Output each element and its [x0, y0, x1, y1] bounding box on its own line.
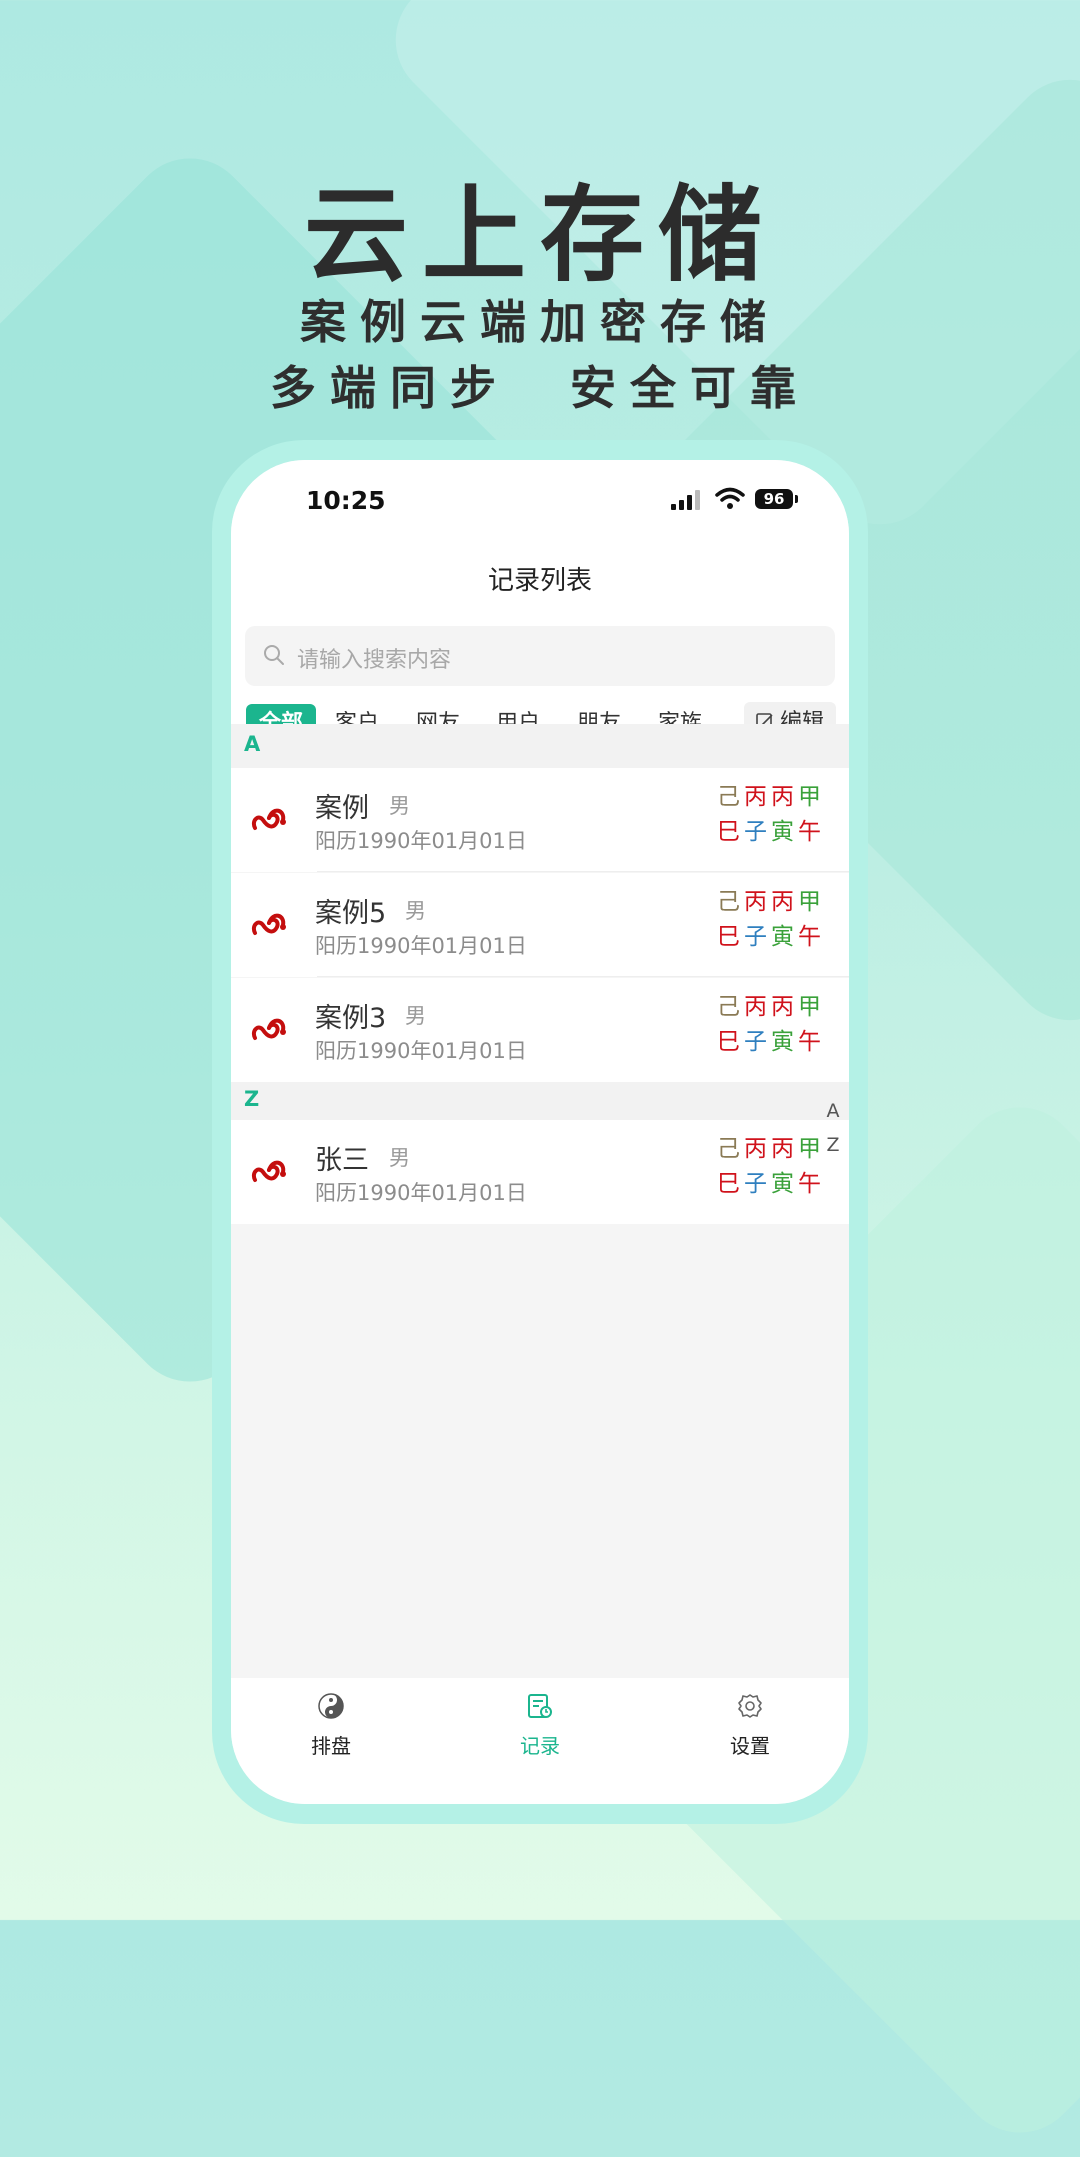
stem-char: 甲	[798, 784, 821, 810]
record-gender: 男	[405, 899, 426, 923]
stem-char: 甲	[798, 889, 821, 915]
stem-char: 丙	[771, 889, 794, 915]
gear-icon	[738, 1694, 762, 1718]
stem-char: 己	[717, 994, 740, 1020]
record-gender: 男	[389, 1146, 410, 1170]
branch-char: 午	[798, 819, 821, 845]
promo-headline: 云上存储	[303, 173, 776, 296]
record-gender: 男	[405, 1004, 426, 1028]
status-time: 10:25	[306, 486, 386, 515]
page-title: 记录列表	[487, 566, 592, 596]
phone-screen: 10:25 96 记录列表 请输入搜索内容 全部 客户 网友 用户	[231, 460, 849, 1804]
branch-char: 子	[744, 1029, 767, 1055]
tab-settings[interactable]: 设置	[690, 1692, 810, 1772]
record-date: 阳历1990年01月01日	[315, 934, 527, 958]
ganzhi-pillars: 己 丙 丙 甲 巳 子 寅 午	[717, 992, 827, 1062]
ganzhi-pillars: 己 丙 丙 甲 巳 子 寅 午	[717, 782, 827, 852]
branch-char: 寅	[771, 1171, 794, 1197]
branch-char: 子	[744, 819, 767, 845]
search-input[interactable]: 请输入搜索内容	[245, 626, 835, 686]
stem-char: 丙	[771, 994, 794, 1020]
section-letter: A	[244, 732, 261, 756]
branch-char: 午	[798, 1029, 821, 1055]
tab-label: 记录	[520, 1734, 560, 1758]
record-name: 案例3	[315, 1003, 387, 1034]
row-divider	[317, 871, 849, 872]
ganzhi-pillars: 己 丙 丙 甲 巳 子 寅 午	[717, 1134, 827, 1204]
section-header-a: A	[231, 724, 849, 768]
record-row[interactable]: 案例3 男 阳历1990年01月01日 己 丙 丙 甲 巳 子 寅 午	[231, 978, 849, 1082]
wifi-icon	[715, 487, 745, 509]
snake-zodiac-icon	[252, 1160, 286, 1182]
tab-records[interactable]: 记录	[480, 1692, 600, 1772]
search-placeholder: 请输入搜索内容	[297, 648, 452, 673]
search-icon	[264, 645, 284, 665]
promo-subtitle-line1: 案例云端加密存储	[300, 295, 780, 349]
navigation-bar: 记录列表	[231, 540, 849, 617]
stem-char: 甲	[798, 1136, 821, 1162]
yin-yang-icon	[318, 1693, 344, 1719]
branch-char: 午	[798, 1171, 821, 1197]
record-row[interactable]: 案例5 男 阳历1990年01月01日 己 丙 丙 甲 巳 子 寅 午	[231, 873, 849, 977]
snake-zodiac-icon	[252, 808, 286, 830]
bottom-tab-bar: 排盘 记录 设置	[231, 1678, 849, 1804]
battery-tip	[795, 495, 798, 503]
record-gender: 男	[389, 794, 410, 818]
branch-char: 午	[798, 924, 821, 950]
stem-char: 丙	[771, 784, 794, 810]
record-row[interactable]: 张三 男 阳历1990年01月01日 己 丙 丙 甲 巳 子 寅 午	[231, 1120, 849, 1224]
section-header-z: Z	[231, 1082, 849, 1120]
records-icon	[528, 1694, 552, 1718]
branch-char: 寅	[771, 1029, 794, 1055]
tab-paipan[interactable]: 排盘	[271, 1692, 391, 1772]
index-letter-z[interactable]: Z	[823, 1134, 843, 1156]
stem-char: 丙	[744, 784, 767, 810]
row-divider	[317, 976, 849, 977]
record-date: 阳历1990年01月01日	[315, 1181, 527, 1205]
snake-zodiac-icon	[252, 913, 286, 935]
promo-subtitle-line2: 多端同步 安全可靠	[269, 361, 811, 415]
stem-char: 甲	[798, 994, 821, 1020]
branch-char: 子	[744, 924, 767, 950]
stem-char: 丙	[744, 994, 767, 1020]
tab-label: 排盘	[311, 1734, 351, 1758]
branch-char: 巳	[717, 1029, 740, 1055]
section-letter: Z	[244, 1087, 260, 1111]
tab-label: 设置	[730, 1734, 770, 1758]
cellular-signal-icon	[671, 490, 703, 510]
battery-icon: 96	[755, 489, 793, 509]
branch-char: 巳	[717, 924, 740, 950]
stem-char: 丙	[771, 1136, 794, 1162]
ganzhi-pillars: 己 丙 丙 甲 巳 子 寅 午	[717, 887, 827, 957]
stem-char: 己	[717, 784, 740, 810]
record-date: 阳历1990年01月01日	[315, 829, 527, 853]
search-area: 请输入搜索内容	[231, 616, 849, 690]
stem-char: 己	[717, 1136, 740, 1162]
stem-char: 丙	[744, 889, 767, 915]
snake-zodiac-icon	[252, 1018, 286, 1040]
status-bar: 10:25 96	[231, 460, 849, 540]
index-letter-a[interactable]: A	[823, 1100, 843, 1122]
record-name: 案例	[315, 793, 369, 824]
stem-char: 己	[717, 889, 740, 915]
stem-char: 丙	[744, 1136, 767, 1162]
branch-char: 寅	[771, 819, 794, 845]
record-row[interactable]: 案例 男 阳历1990年01月01日 己 丙 丙 甲 巳 子 寅 午	[231, 768, 849, 872]
branch-char: 巳	[717, 1171, 740, 1197]
branch-char: 寅	[771, 924, 794, 950]
record-name: 张三	[315, 1145, 369, 1176]
record-date: 阳历1990年01月01日	[315, 1039, 527, 1063]
record-name: 案例5	[315, 898, 387, 929]
branch-char: 巳	[717, 819, 740, 845]
branch-char: 子	[744, 1171, 767, 1197]
